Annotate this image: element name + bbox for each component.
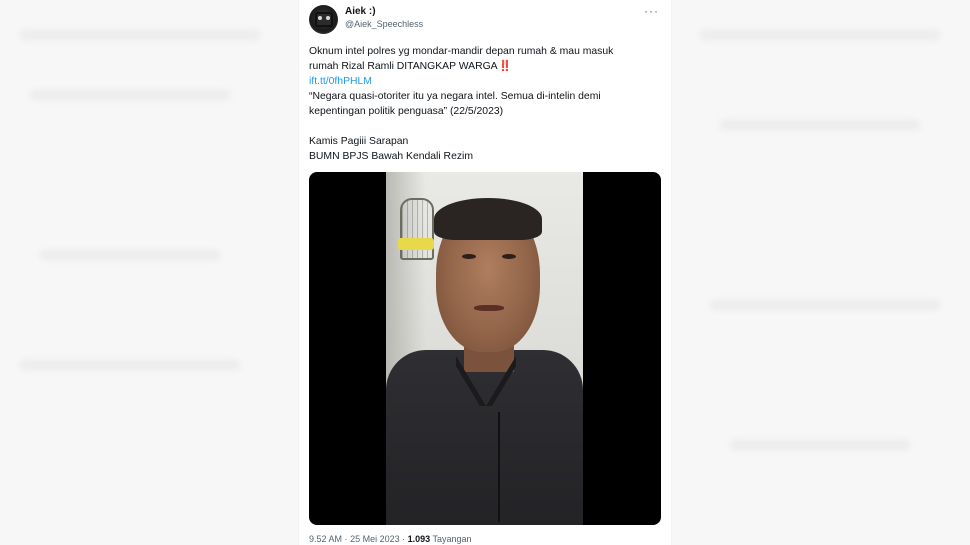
background-blur-line (40, 250, 220, 260)
double-exclamation-icon: ‼️ (498, 61, 512, 72)
person-eye-left (462, 254, 476, 259)
avatar-face (314, 12, 333, 27)
person-hair (434, 198, 542, 240)
person-jacket (386, 350, 583, 525)
author-handle[interactable]: @Aiek_Speechless (345, 19, 423, 29)
background-blur-line (20, 30, 260, 40)
background-blur-line (700, 30, 940, 40)
birdcage-image (400, 198, 434, 260)
tweet-text-line-2-content: rumah Rizal Ramli DITANGKAP WARGA (309, 61, 498, 72)
tweet-time[interactable]: 9.52 AM (309, 534, 342, 544)
person-eye-right (502, 254, 516, 259)
tweet-link[interactable]: ift.tt/0fhPHLM (309, 74, 659, 89)
meta-separator: · (344, 534, 348, 544)
background-blur-line (30, 90, 230, 100)
tweet-date[interactable]: 25 Mei 2023 (350, 534, 400, 544)
extra-line-2: BUMN BPJS Bawah Kendali Rezim (309, 151, 474, 162)
video-thumbnail (386, 172, 583, 525)
tweet-text-line-2: rumah Rizal Ramli DITANGKAP WARGA‼️ (309, 59, 659, 74)
background-blur-line (710, 300, 940, 310)
birdcage-base (398, 238, 434, 250)
cat-avatar-icon[interactable] (309, 5, 338, 34)
tweet-text-line-1: Oknum intel polres yg mondar-mandir depa… (309, 46, 614, 57)
meta-separator: · (402, 534, 406, 544)
more-options-icon[interactable]: ··· (644, 4, 659, 18)
background-blur-line (720, 120, 920, 130)
background-blur-line (20, 360, 240, 370)
quote-line-2: kepentingan politik penguasa” (22/5/2023… (309, 106, 504, 117)
background-blur-line (730, 440, 910, 450)
person-mouth (474, 305, 504, 311)
quote-line-1: “Negara quasi-otoriter itu ya negara int… (309, 91, 601, 102)
tweet-card: Aiek :) @Aiek_Speechless ··· Oknum intel… (298, 0, 672, 545)
views-count: 1.093 (407, 534, 431, 544)
tweet-meta: 9.52 AM · 25 Mei 2023 · 1.093 Tayangan (309, 534, 472, 544)
views-label: Tayangan (432, 534, 472, 544)
author-display-name[interactable]: Aiek :) (345, 6, 376, 17)
extra-line-1: Kamis Pagiii Sarapan (309, 136, 409, 147)
tweet-text: Oknum intel polres yg mondar-mandir depa… (309, 44, 659, 164)
jacket-zip (498, 412, 500, 522)
video-player[interactable] (309, 172, 661, 525)
